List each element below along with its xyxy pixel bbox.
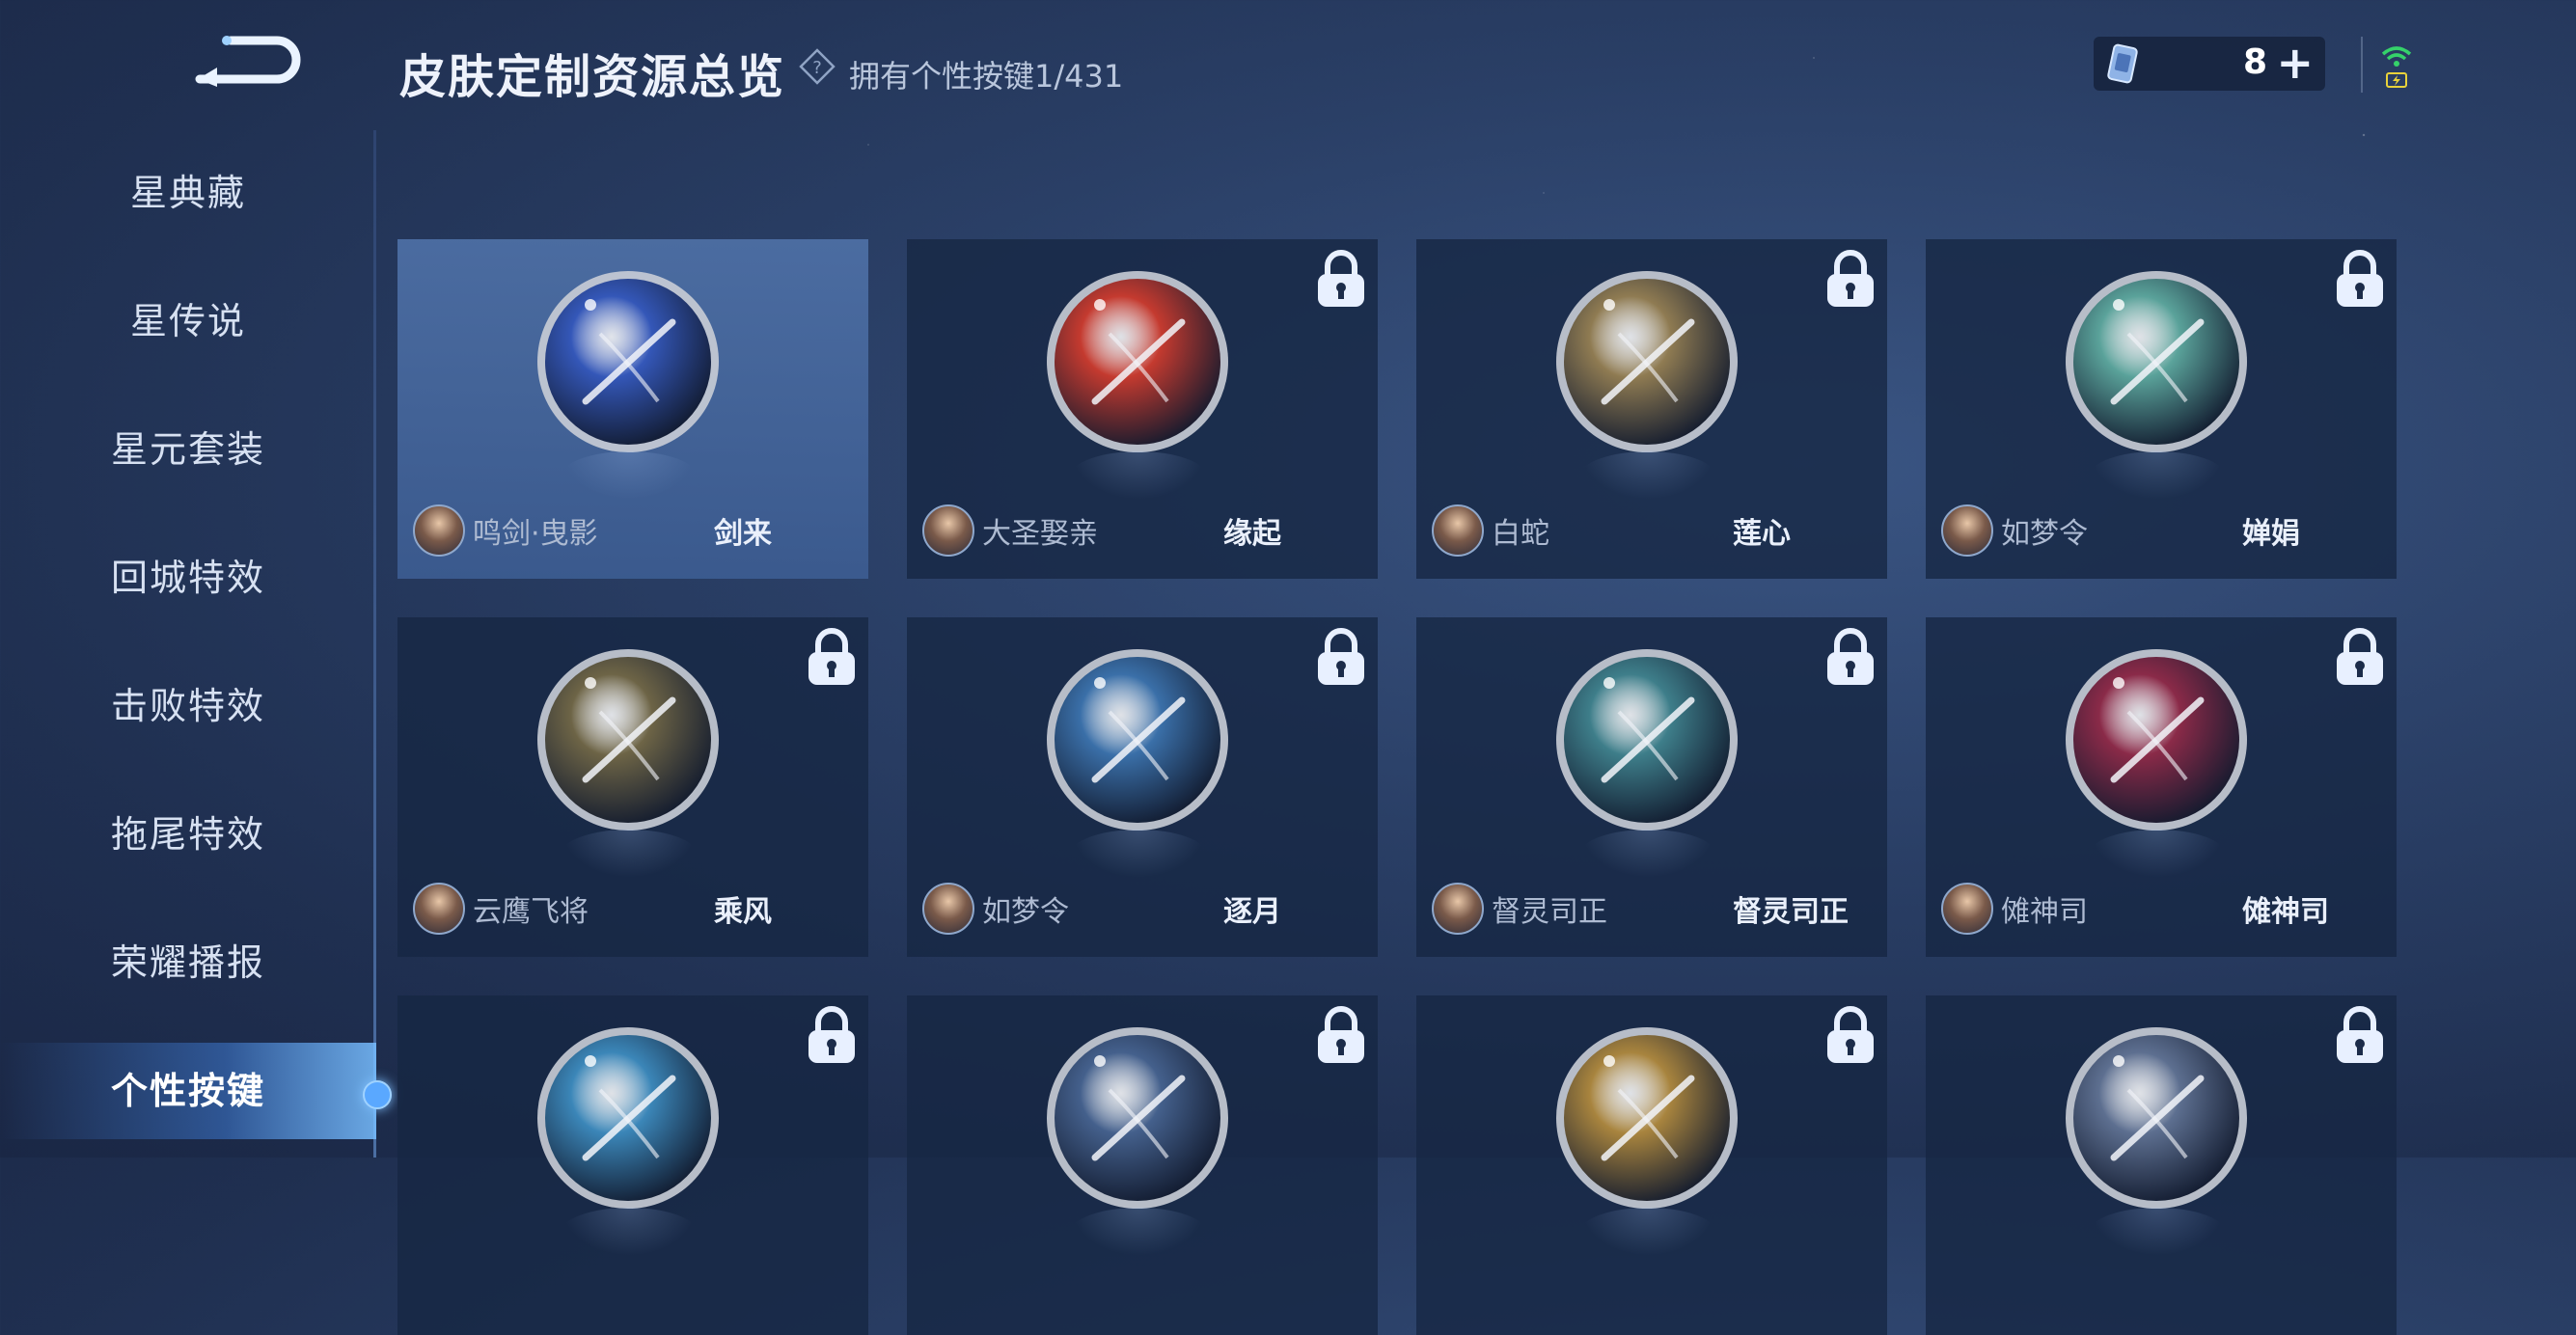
wing-icon	[1047, 649, 1228, 831]
sidebar-item-star-collection[interactable]: 星典藏	[0, 145, 376, 241]
lock-icon	[1318, 628, 1364, 685]
sidebar-item-glory-broadcast[interactable]: 荣耀播报	[0, 914, 376, 1011]
lock-icon	[2337, 250, 2383, 307]
lock-icon	[1318, 250, 1364, 307]
page-title: 皮肤定制资源总览	[399, 50, 786, 104]
hero-avatar	[1432, 504, 1484, 557]
header-divider	[2361, 37, 2363, 93]
icon-reflection	[2090, 451, 2225, 500]
sidebar-item-star-legend[interactable]: 星传说	[0, 273, 376, 369]
skin-name: 婵娟	[2242, 517, 2300, 551]
skin-card[interactable]: 大圣娶亲 缘起	[907, 239, 1378, 579]
icon-reflection	[2090, 1208, 2225, 1256]
hero-name: 白蛇	[1492, 517, 1549, 551]
skin-card[interactable]: 白蛇 莲心	[1416, 239, 1887, 579]
sidebar-item-custom-buttons[interactable]: 个性按键	[0, 1043, 376, 1139]
icon-reflection	[1580, 830, 1715, 878]
sidebar-item-trail-effect[interactable]: 拖尾特效	[0, 786, 376, 883]
lock-icon	[808, 628, 855, 685]
moon-mirror-icon	[2066, 271, 2247, 452]
sidebar-item-kill-effect[interactable]: 击败特效	[0, 658, 376, 754]
hero-name: 鸣剑·曳影	[473, 517, 598, 551]
help-icon[interactable]: ?	[799, 48, 836, 85]
hero-avatar	[922, 504, 974, 557]
lock-icon	[1827, 628, 1874, 685]
hero-name: 如梦令	[2001, 517, 2088, 551]
lock-icon	[1827, 250, 1874, 307]
hero-avatar	[1941, 504, 1993, 557]
icon-reflection	[1071, 830, 1206, 878]
hero-avatar	[1941, 883, 1993, 935]
hero-name: 云鹰飞将	[473, 895, 589, 929]
skin-name: 督灵司正	[1733, 895, 1849, 929]
wifi-battery-icon	[2381, 46, 2412, 88]
lock-icon	[2337, 1006, 2383, 1063]
back-arrow-icon[interactable]	[188, 29, 304, 92]
hero-avatar	[922, 883, 974, 935]
skin-card[interactable]	[397, 995, 868, 1335]
skin-card[interactable]: 督灵司正 督灵司正	[1416, 617, 1887, 957]
skin-name: 逐月	[1223, 895, 1281, 929]
hero-avatar	[1432, 883, 1484, 935]
sidebar-item-star-suit[interactable]: 星元套装	[0, 401, 376, 498]
sword-clock-icon	[537, 271, 719, 452]
background-stars	[0, 0, 2576, 1158]
hero-name: 傩神司	[2001, 895, 2088, 929]
dragon-icon	[1556, 649, 1738, 831]
owned-count: 1/431	[1034, 58, 1124, 95]
skin-card[interactable]	[907, 995, 1378, 1335]
currency-bar: 8 +	[2094, 37, 2325, 91]
owned-count-text: 拥有个性按键1/431	[849, 52, 1123, 96]
hero-name: 大圣娶亲	[982, 517, 1098, 551]
skin-card[interactable]: 云鹰飞将 乘风	[397, 617, 868, 957]
icon-reflection	[2090, 830, 2225, 878]
skin-name: 乘风	[714, 895, 772, 929]
owned-label: 拥有个性按键	[849, 58, 1035, 95]
scroll-icon	[1047, 271, 1228, 452]
sun-emblem-icon	[1556, 1027, 1738, 1209]
star-icon	[1047, 1027, 1228, 1209]
icon-reflection	[1071, 1208, 1206, 1256]
icon-reflection	[1071, 451, 1206, 500]
sidebar-item-recall-effect[interactable]: 回城特效	[0, 530, 376, 626]
star-icon	[2066, 1027, 2247, 1209]
skin-name: 傩神司	[2242, 895, 2329, 929]
icon-reflection	[562, 830, 697, 878]
skin-name: 莲心	[1733, 517, 1791, 551]
skin-name: 剑来	[714, 517, 772, 551]
blade-icon	[537, 1027, 719, 1209]
skin-card[interactable]	[1416, 995, 1887, 1335]
lock-icon	[1827, 1006, 1874, 1063]
hero-avatar	[413, 883, 465, 935]
icon-reflection	[562, 451, 697, 500]
currency-amount: 8	[2242, 42, 2267, 82]
crystal-icon	[2066, 649, 2247, 831]
hero-avatar	[413, 504, 465, 557]
icon-reflection	[1580, 451, 1715, 500]
skin-card[interactable]: 傩神司 傩神司	[1926, 617, 2397, 957]
skin-card[interactable]	[1926, 995, 2397, 1335]
lock-icon	[2337, 628, 2383, 685]
svg-text:?: ?	[812, 58, 822, 78]
skin-name: 缘起	[1223, 517, 1281, 551]
skin-card[interactable]: 如梦令 逐月	[907, 617, 1378, 957]
voucher-card-icon	[2107, 43, 2138, 84]
add-currency-button[interactable]: +	[2276, 41, 2314, 85]
lock-icon	[808, 1006, 855, 1063]
lotus-icon	[1556, 271, 1738, 452]
icon-reflection	[562, 1208, 697, 1256]
icon-reflection	[1580, 1208, 1715, 1256]
spear-icon	[537, 649, 719, 831]
skin-card[interactable]: 如梦令 婵娟	[1926, 239, 2397, 579]
lock-icon	[1318, 1006, 1364, 1063]
hero-name: 督灵司正	[1492, 895, 1607, 929]
active-indicator-dot	[363, 1080, 392, 1109]
skin-card[interactable]: 鸣剑·曳影 剑来	[397, 239, 868, 579]
hero-name: 如梦令	[982, 895, 1069, 929]
